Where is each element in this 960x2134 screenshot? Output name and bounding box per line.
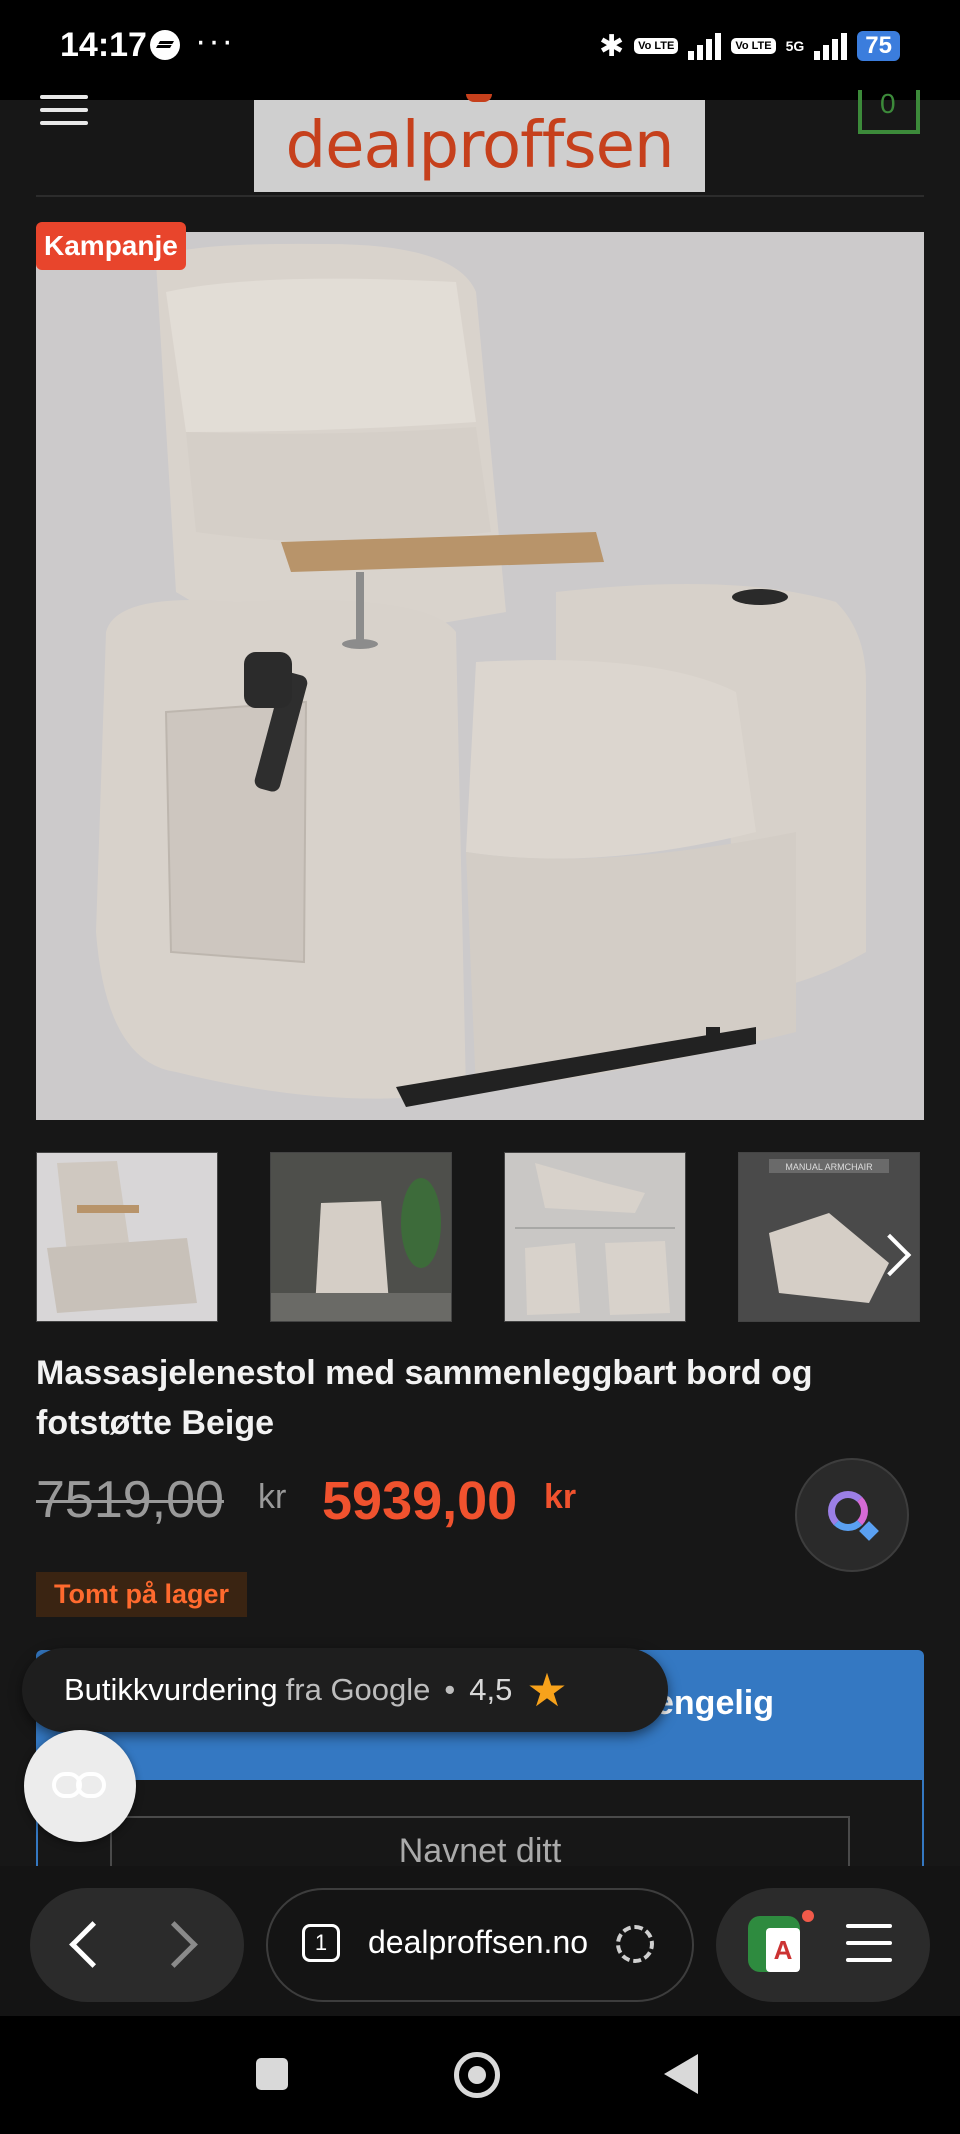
product-image[interactable] [36, 232, 924, 1120]
rating-label: Butikkvurdering [64, 1672, 278, 1707]
thumbnail-chair [47, 1161, 197, 1313]
stock-status-badge: Tomt på lager [36, 1572, 248, 1617]
rating-source: fra Google [285, 1672, 431, 1707]
thumbnail-2[interactable] [270, 1152, 452, 1322]
header-divider [36, 195, 924, 197]
star-icon: ★ [526, 1664, 568, 1716]
home-icon[interactable] [454, 2052, 500, 2098]
status-icons: ✱ Vo LTE Vo LTE 5G 75 [599, 28, 900, 64]
sale-badge: Kampanje [36, 222, 186, 270]
thumbnail-room [271, 1153, 451, 1321]
recents-icon[interactable] [256, 2058, 288, 2090]
more-notifications-icon: ··· [195, 22, 235, 60]
thumbnail-3[interactable] [504, 1152, 686, 1322]
ai-assistant-icon [828, 1491, 868, 1531]
old-price-currency: kr [258, 1478, 287, 1516]
navigation-buttons [30, 1888, 244, 2002]
signal-icon-2 [814, 32, 848, 60]
hamburger-menu-icon[interactable] [40, 95, 88, 125]
recliner-chair-illustration [96, 243, 866, 1107]
thumbnail-4-label: MANUAL ARMCHAIR [785, 1162, 873, 1172]
status-time: 14:17 [60, 26, 147, 64]
old-price: 7519,00 [36, 1471, 224, 1529]
thumbnail-1[interactable] [36, 1152, 218, 1322]
url-text[interactable]: dealproffsen.no [368, 1924, 588, 1961]
tab-count[interactable]: 1 [302, 1924, 340, 1962]
volte-icon: Vo LTE [634, 38, 679, 54]
menu-icon[interactable] [846, 1924, 892, 1964]
link-icon [52, 1772, 108, 1798]
battery-icon: 75 [857, 31, 900, 61]
messenger-icon [150, 30, 180, 60]
site-logo[interactable]: dealproffsen [254, 100, 705, 192]
system-back-icon[interactable] [664, 2054, 698, 2094]
google-rating-badge[interactable]: Butikkvurdering fra Google • 4,5 ★ [22, 1648, 668, 1732]
thumbnail-strip: MANUAL ARMCHAIR [36, 1152, 924, 1324]
reload-icon[interactable] [616, 1925, 654, 1963]
card-icon: A [766, 1928, 800, 1972]
product-title: Massasjelenestol med sammenleggbart bord… [36, 1354, 813, 1442]
sale-price: 5939,00 [322, 1471, 518, 1531]
network-type: 5G [785, 38, 805, 54]
cart-count: 0 [880, 88, 896, 119]
logo-mark [466, 94, 492, 102]
rating-score: 4,5 [469, 1672, 513, 1707]
volte-icon-2: Vo LTE [731, 38, 776, 54]
signal-icon [688, 32, 722, 60]
bluetooth-icon: ✱ [598, 29, 625, 63]
logo-text: dealproffsen [285, 109, 674, 183]
notify-panel-title: engelig [655, 1684, 775, 1722]
thumbnail-dimensions [515, 1163, 675, 1315]
sale-price-currency: kr [544, 1478, 577, 1516]
rating-separator: • [444, 1672, 456, 1707]
notification-dot [802, 1910, 814, 1922]
